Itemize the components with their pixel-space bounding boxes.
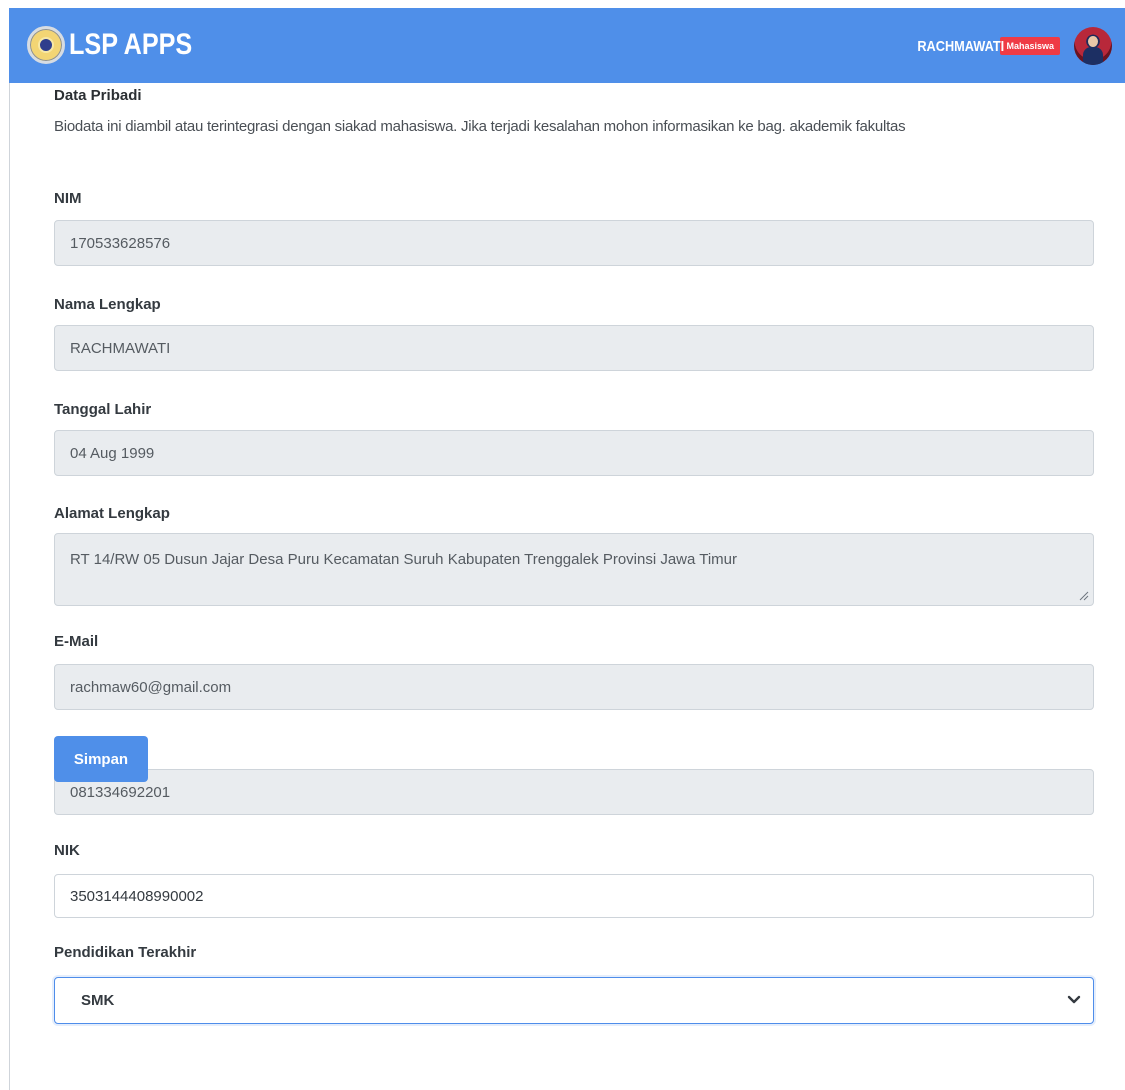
nama-label: Nama Lengkap	[54, 296, 161, 313]
field-tanggal-lahir: Tanggal Lahir 04 Aug 1999	[54, 401, 1094, 476]
profile-form: Data Pribadi Biodata ini diambil atau te…	[54, 84, 1094, 1024]
role-badge: Mahasiswa	[1000, 37, 1060, 55]
alamat-label: Alamat Lengkap	[54, 505, 170, 522]
section-description: Biodata ini diambil atau terintegrasi de…	[54, 118, 906, 135]
email-field: rachmaw60@gmail.com	[54, 664, 1094, 710]
user-name: RACHMAWATI	[917, 37, 1005, 55]
resize-grip-icon[interactable]	[1079, 591, 1089, 601]
alamat-textarea: RT 14/RW 05 Dusun Jajar Desa Puru Kecama…	[54, 533, 1094, 606]
top-navbar: LSP APPS RACHMAWATI Mahasiswa	[9, 8, 1125, 83]
field-telepon: No. Telepon 081334692201	[54, 736, 1094, 815]
user-menu[interactable]: RACHMAWATI Mahasiswa	[902, 26, 1112, 66]
field-alamat: Alamat Lengkap RT 14/RW 05 Dusun Jajar D…	[54, 505, 1094, 606]
pendidikan-select[interactable]: SMK	[54, 977, 1094, 1024]
save-button[interactable]: Simpan	[54, 736, 148, 782]
nama-field: RACHMAWATI	[54, 325, 1094, 371]
nim-label: NIM	[54, 190, 82, 207]
field-nik: NIK 3503144408990002	[54, 842, 1094, 918]
university-seal-icon	[27, 26, 65, 64]
brand[interactable]: LSP APPS	[27, 20, 216, 70]
field-pendidikan: Pendidikan Terakhir SMK	[54, 944, 1094, 1024]
nik-label: NIK	[54, 842, 80, 859]
section-title: Data Pribadi	[54, 87, 142, 104]
avatar[interactable]	[1074, 27, 1112, 65]
pendidikan-label: Pendidikan Terakhir	[54, 944, 197, 961]
pendidikan-selected-value: SMK	[81, 992, 115, 1009]
tanggal-lahir-field: 04 Aug 1999	[54, 430, 1094, 476]
nik-input[interactable]: 3503144408990002	[54, 874, 1094, 918]
email-label: E-Mail	[54, 633, 99, 650]
nim-field: 170533628576	[54, 220, 1094, 266]
telepon-field: 081334692201	[54, 769, 1094, 815]
field-nama: Nama Lengkap RACHMAWATI	[54, 296, 1094, 371]
app-title: LSP APPS	[69, 28, 193, 61]
tanggal-lahir-label: Tanggal Lahir	[54, 401, 152, 418]
field-email: E-Mail rachmaw60@gmail.com	[54, 633, 1094, 710]
field-nim: NIM 170533628576	[54, 190, 1094, 266]
chevron-down-icon[interactable]	[1067, 993, 1081, 1007]
telepon-label: No. Telepon	[54, 736, 1094, 753]
alamat-value: RT 14/RW 05 Dusun Jajar Desa Puru Kecama…	[70, 551, 738, 568]
